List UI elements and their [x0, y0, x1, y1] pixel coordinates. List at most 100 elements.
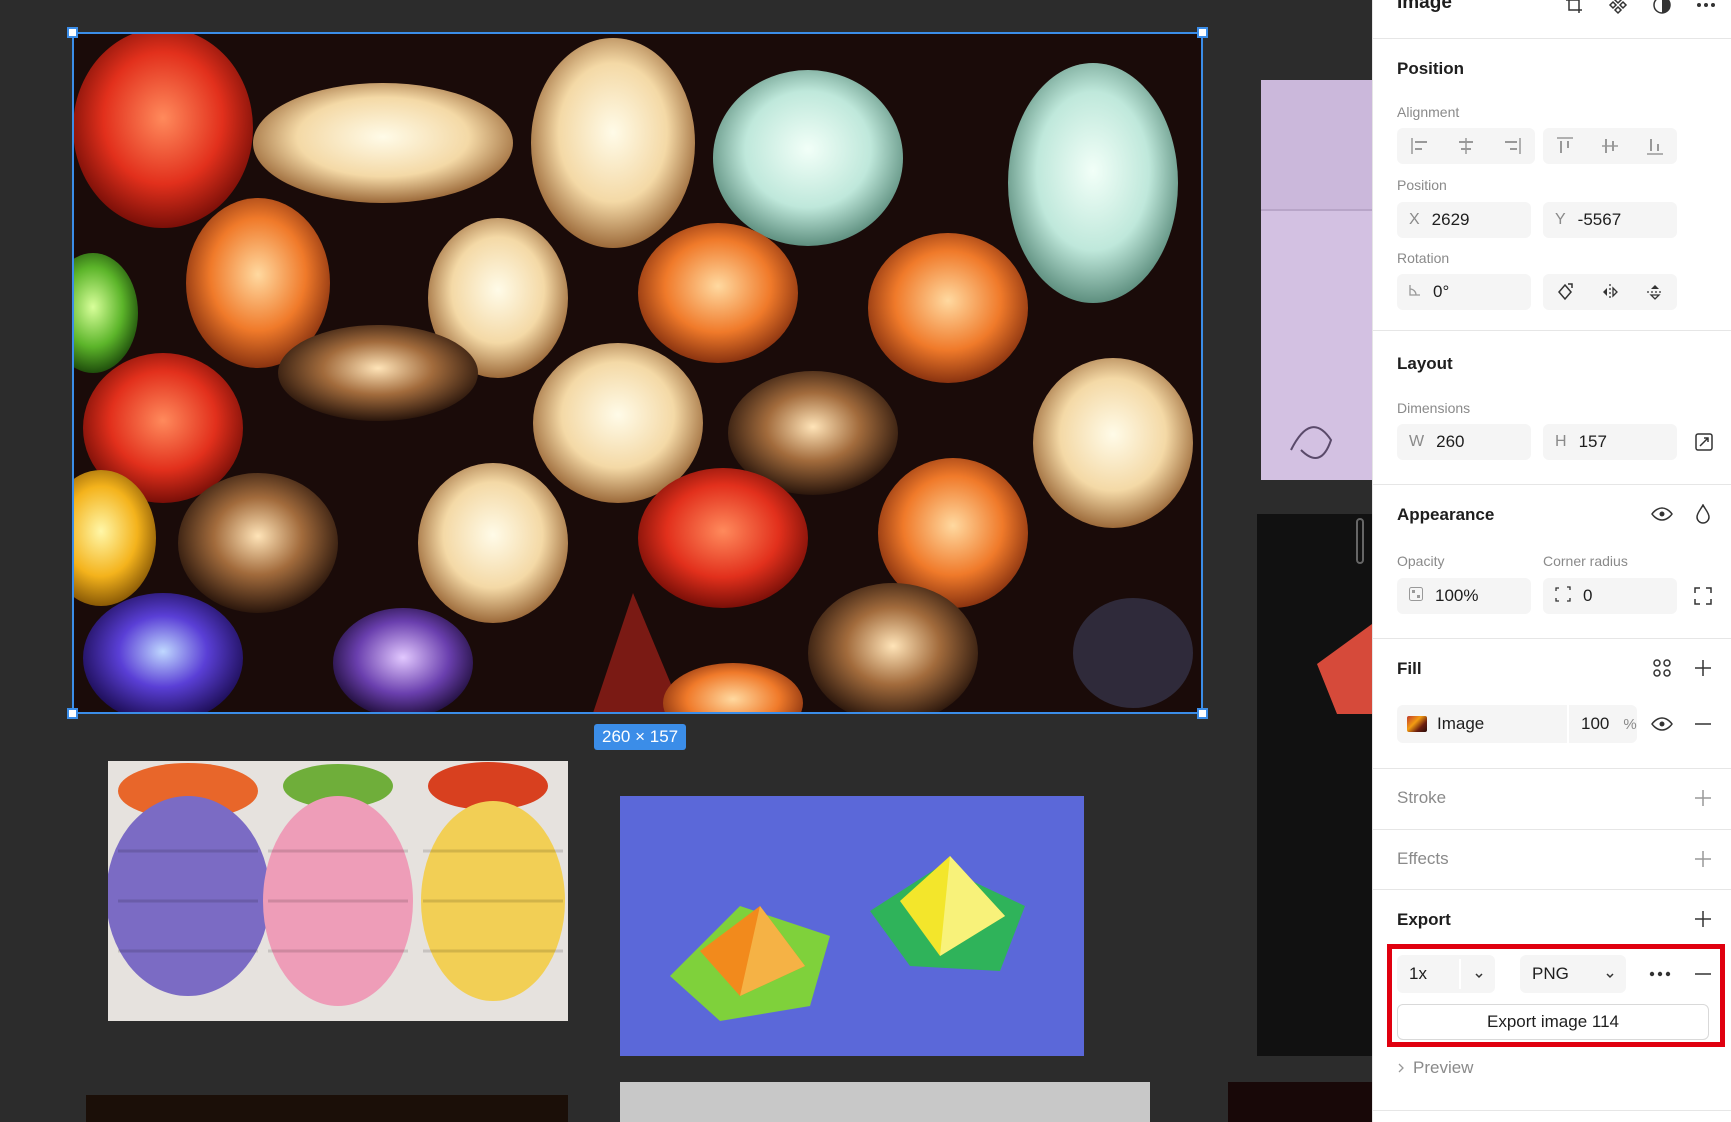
- y-position-field[interactable]: Y -5567: [1543, 202, 1677, 238]
- origami-illustration: [620, 796, 1084, 1056]
- component-icon[interactable]: [1607, 0, 1629, 16]
- origami-flowers-image[interactable]: [620, 796, 1084, 1056]
- add-effect-icon[interactable]: [1691, 847, 1715, 871]
- h-value: 157: [1578, 432, 1607, 451]
- resize-handle-top-right[interactable]: [1197, 27, 1208, 38]
- resize-handle-bottom-left[interactable]: [67, 708, 78, 719]
- divider: [1373, 638, 1731, 639]
- opacity-field[interactable]: 100%: [1397, 578, 1531, 614]
- dark-origami-image[interactable]: [1257, 514, 1372, 1056]
- canvas-scroll-thumb[interactable]: [1356, 518, 1364, 564]
- rotation-angle-icon: [1409, 283, 1421, 301]
- fill-section-title: Fill: [1397, 659, 1422, 678]
- align-horizontal-center-icon[interactable]: [1454, 134, 1478, 158]
- sky-lanterns-image[interactable]: [86, 1095, 568, 1122]
- flip-horizontal-icon[interactable]: [1598, 280, 1622, 304]
- vertical-alignment-group: [1543, 128, 1677, 164]
- visibility-eye-icon[interactable]: [1650, 502, 1674, 526]
- panel-title: Image: [1397, 0, 1452, 13]
- resize-handle-top-left[interactable]: [67, 27, 78, 38]
- rotation-value: 0°: [1433, 282, 1450, 301]
- position-section-title: Position: [1397, 59, 1465, 78]
- dark-illustration: [1257, 514, 1372, 1056]
- h-prefix: H: [1555, 433, 1567, 450]
- thank-you-card-image[interactable]: [1261, 80, 1372, 480]
- rotation-field[interactable]: 0°: [1397, 274, 1531, 310]
- add-export-icon[interactable]: [1691, 907, 1715, 931]
- add-fill-icon[interactable]: [1691, 656, 1715, 680]
- export-highlight-box: [1387, 944, 1725, 1047]
- width-field[interactable]: W 260: [1397, 424, 1531, 460]
- divider: [1373, 484, 1731, 485]
- paper-lanterns-image[interactable]: [108, 761, 568, 1021]
- opacity-checker-icon: [1409, 586, 1423, 606]
- fill-opacity-unit: %: [1623, 715, 1637, 733]
- y-value: -5567: [1577, 210, 1622, 229]
- card-illustration: [1261, 80, 1372, 480]
- height-field[interactable]: H 157: [1543, 424, 1677, 460]
- corner-radius-value: 0: [1583, 586, 1593, 605]
- divider: [1373, 330, 1731, 331]
- add-stroke-icon[interactable]: [1691, 786, 1715, 810]
- appearance-section-title: Appearance: [1397, 505, 1495, 524]
- fill-image-row[interactable]: Image 100 %: [1397, 705, 1637, 743]
- preview-label: Preview: [1413, 1058, 1474, 1077]
- position-label: Position: [1397, 177, 1447, 193]
- horizontal-alignment-group: [1397, 128, 1535, 164]
- corner-radius-label: Corner radius: [1543, 553, 1628, 569]
- styles-grid-icon[interactable]: [1650, 656, 1674, 680]
- more-options-icon[interactable]: [1695, 0, 1717, 16]
- divider: [1373, 38, 1731, 39]
- paper-lanterns-illustration: [108, 761, 568, 1021]
- independent-corners-icon[interactable]: [1691, 584, 1715, 608]
- align-vertical-center-icon[interactable]: [1598, 134, 1622, 158]
- crop-icon[interactable]: [1563, 0, 1585, 16]
- red-lights-image[interactable]: [1228, 1082, 1372, 1122]
- rotation-label: Rotation: [1397, 250, 1450, 266]
- divider: [1373, 768, 1731, 769]
- x-prefix: X: [1409, 211, 1420, 228]
- align-bottom-icon[interactable]: [1643, 134, 1667, 158]
- resize-handle-bottom-right[interactable]: [1197, 708, 1208, 719]
- divider: [1373, 829, 1731, 830]
- opacity-label: Opacity: [1397, 553, 1445, 569]
- dimensions-label: Dimensions: [1397, 400, 1471, 416]
- chevron-right-icon: [1397, 1058, 1405, 1078]
- lanterns-image[interactable]: [73, 33, 1202, 713]
- fill-opacity-value: 100: [1581, 714, 1610, 733]
- align-right-icon[interactable]: [1500, 134, 1524, 158]
- export-section-title: Export: [1397, 910, 1451, 929]
- stroke-section-title: Stroke: [1397, 788, 1447, 807]
- y-prefix: Y: [1555, 211, 1566, 228]
- corner-radius-field[interactable]: 0: [1543, 578, 1677, 614]
- panel-header-actions: [1563, 0, 1717, 16]
- flip-vertical-icon[interactable]: [1643, 280, 1667, 304]
- corner-radius-icon: [1555, 585, 1571, 607]
- mask-icon[interactable]: [1651, 0, 1673, 16]
- blend-mode-drop-icon[interactable]: [1691, 502, 1715, 526]
- fill-visibility-eye-icon[interactable]: [1650, 712, 1674, 736]
- image-swatch-icon: [1407, 716, 1427, 732]
- align-top-icon[interactable]: [1553, 134, 1577, 158]
- rotate-90-icon[interactable]: [1553, 280, 1577, 304]
- fill-type: Image: [1437, 714, 1485, 733]
- divider: [1373, 889, 1731, 890]
- x-position-field[interactable]: X 2629: [1397, 202, 1531, 238]
- design-canvas[interactable]: 260 × 157: [0, 0, 1372, 1122]
- align-left-icon[interactable]: [1408, 134, 1432, 158]
- x-value: 2629: [1431, 210, 1470, 229]
- layout-section-title: Layout: [1397, 354, 1453, 373]
- transform-group: [1543, 274, 1677, 310]
- effects-section-title: Effects: [1397, 849, 1449, 868]
- opacity-value: 100%: [1435, 586, 1479, 605]
- w-prefix: W: [1409, 433, 1425, 450]
- alignment-label: Alignment: [1397, 104, 1460, 120]
- divider: [1373, 1110, 1731, 1111]
- pink-origami-image[interactable]: [620, 1082, 1150, 1122]
- remove-fill-icon[interactable]: [1691, 712, 1715, 736]
- export-preview-toggle[interactable]: Preview: [1397, 1058, 1473, 1078]
- w-value: 260: [1436, 432, 1465, 451]
- constrain-proportions-icon[interactable]: [1692, 430, 1716, 454]
- dimension-badge: 260 × 157: [594, 724, 687, 750]
- fill-opacity-field[interactable]: 100 %: [1567, 705, 1637, 743]
